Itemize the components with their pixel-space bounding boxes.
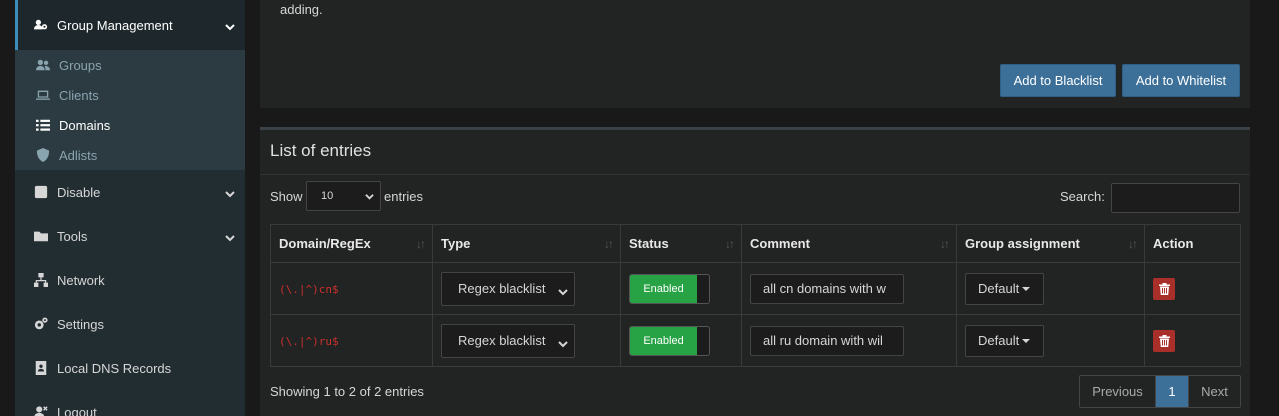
sidebar: Group Management Groups Clients Domains … — [0, 0, 245, 416]
users-icon — [35, 57, 51, 73]
status-toggle[interactable]: Enabled — [629, 273, 710, 304]
pagination-previous[interactable]: Previous — [1080, 376, 1156, 407]
sidebar-item-label: Clients — [59, 87, 99, 103]
sidebar-submenu: Groups Clients Domains Adlists — [15, 50, 245, 170]
box-title: List of entries — [270, 141, 372, 160]
sidebar-item-groups[interactable]: Groups — [15, 50, 245, 80]
pagination-next[interactable]: Next — [1188, 376, 1240, 407]
column-header-type[interactable]: Type ↓↑ — [432, 224, 621, 263]
domains-table: Domain/RegEx ↓↑ Type ↓↑ Status ↓↑ Comment ↓↑… — [270, 224, 1241, 367]
group-assignment-dropdown[interactable]: Default — [965, 272, 1044, 305]
trash-icon — [1158, 334, 1170, 347]
sidebar-item-disable[interactable]: Disable — [15, 170, 245, 214]
sidebar-item-group-management[interactable]: Group Management — [15, 0, 245, 50]
column-header-domain[interactable]: Domain/RegEx ↓↑ — [270, 224, 433, 263]
pagination-page-1[interactable]: 1 — [1156, 376, 1188, 407]
shield-icon — [35, 147, 51, 163]
group-assignment-dropdown[interactable]: Default — [965, 324, 1044, 357]
chevron-down-icon — [225, 231, 235, 242]
delete-button[interactable] — [1153, 277, 1175, 300]
add-domain-help-text: adding. — [280, 2, 323, 17]
caret-down-icon — [1022, 338, 1031, 343]
laptop-icon — [35, 87, 51, 103]
sidebar-item-tools[interactable]: Tools — [15, 214, 245, 258]
sort-icon: ↓↑ — [725, 237, 735, 251]
trash-icon — [1158, 282, 1170, 295]
page-length-select[interactable]: 10 — [306, 181, 381, 211]
comment-input[interactable]: all ru domain with wil — [750, 325, 904, 356]
sidebar-item-label: Groups — [59, 57, 102, 73]
table-header-row: Domain/RegEx ↓↑ Type ↓↑ Status ↓↑ Comment ↓↑… — [270, 224, 1241, 263]
address-book-icon — [33, 360, 49, 376]
search-input[interactable] — [1111, 183, 1240, 213]
users-gear-icon — [33, 17, 49, 33]
type-select[interactable]: Regex blacklist — [441, 271, 575, 306]
sidebar-item-label: Adlists — [59, 147, 98, 163]
sidebar-item-label: Logout — [57, 404, 97, 416]
status-toggle-label: Enabled — [630, 326, 697, 355]
status-toggle-label: Enabled — [630, 274, 697, 303]
type-select[interactable]: Regex blacklist — [441, 323, 575, 358]
entries-box: List of entries Show 10 entries Search: … — [260, 127, 1250, 416]
add-to-blacklist-button[interactable]: Add to Blacklist — [1000, 64, 1116, 97]
sort-icon: ↓↑ — [1128, 237, 1138, 251]
cogs-icon — [33, 316, 49, 332]
sidebar-item-label: Network — [57, 272, 105, 288]
table-row: (\.|^)ru$ Regex blacklist Enabled all ru… — [270, 314, 1241, 367]
sort-icon: ↓↑ — [416, 237, 426, 251]
user-times-icon — [33, 404, 49, 416]
column-header-action: Action — [1144, 224, 1241, 263]
sidebar-item-clients[interactable]: Clients — [15, 80, 245, 110]
sidebar-item-label: Local DNS Records — [57, 360, 172, 376]
sidebar-item-domains[interactable]: Domains — [15, 110, 245, 140]
sidebar-item-label: Settings — [57, 316, 104, 332]
chevron-down-icon — [558, 337, 568, 347]
sidebar-item-adlists[interactable]: Adlists — [15, 140, 245, 170]
sidebar-item-label: Tools — [57, 228, 88, 244]
network-icon — [33, 272, 49, 288]
delete-button[interactable] — [1153, 329, 1175, 352]
pagination: Previous 1 Next — [1079, 375, 1241, 408]
sidebar-item-local-dns-records[interactable]: Local DNS Records — [15, 346, 245, 390]
chevron-down-icon — [365, 192, 374, 201]
add-domain-box: adding. Add to Blacklist Add to Whitelis… — [260, 0, 1250, 108]
chevron-down-icon — [558, 285, 568, 295]
table-info: Showing 1 to 2 of 2 entries — [270, 384, 424, 399]
folder-icon — [33, 228, 49, 244]
chevron-down-icon — [225, 187, 235, 198]
domain-regex: (\.|^)ru$ — [279, 335, 339, 348]
caret-down-icon — [1022, 286, 1031, 291]
stop-icon — [33, 184, 49, 200]
show-label: Show — [270, 189, 303, 204]
list-icon — [35, 117, 51, 133]
chevron-down-icon — [225, 20, 235, 31]
sidebar-item-label: Disable — [57, 184, 101, 200]
sidebar-strip — [0, 0, 15, 416]
column-header-comment[interactable]: Comment ↓↑ — [741, 224, 957, 263]
sidebar-item-label: Domains — [59, 117, 111, 133]
status-toggle[interactable]: Enabled — [629, 325, 710, 356]
page-length-value: 10 — [321, 190, 334, 202]
table-row: (\.|^)cn$ Regex blacklist Enabled all cn… — [270, 262, 1241, 315]
sort-icon: ↓↑ — [940, 237, 950, 251]
box-divider — [260, 174, 1250, 175]
search-label: Search: — [1060, 189, 1105, 204]
add-to-whitelist-button[interactable]: Add to Whitelist — [1122, 64, 1240, 97]
sort-icon: ↓↑ — [604, 237, 614, 251]
comment-input[interactable]: all cn domains with w — [750, 273, 904, 304]
entries-label: entries — [384, 189, 424, 204]
sidebar-item-settings[interactable]: Settings — [15, 302, 245, 346]
sidebar-item-logout[interactable]: Logout — [15, 390, 245, 416]
column-header-group-assignment[interactable]: Group assignment ↓↑ — [956, 224, 1145, 263]
domain-regex: (\.|^)cn$ — [279, 283, 339, 296]
sidebar-item-label: Group Management — [57, 17, 173, 33]
sidebar-item-network[interactable]: Network — [15, 258, 245, 302]
column-header-status[interactable]: Status ↓↑ — [620, 224, 742, 263]
